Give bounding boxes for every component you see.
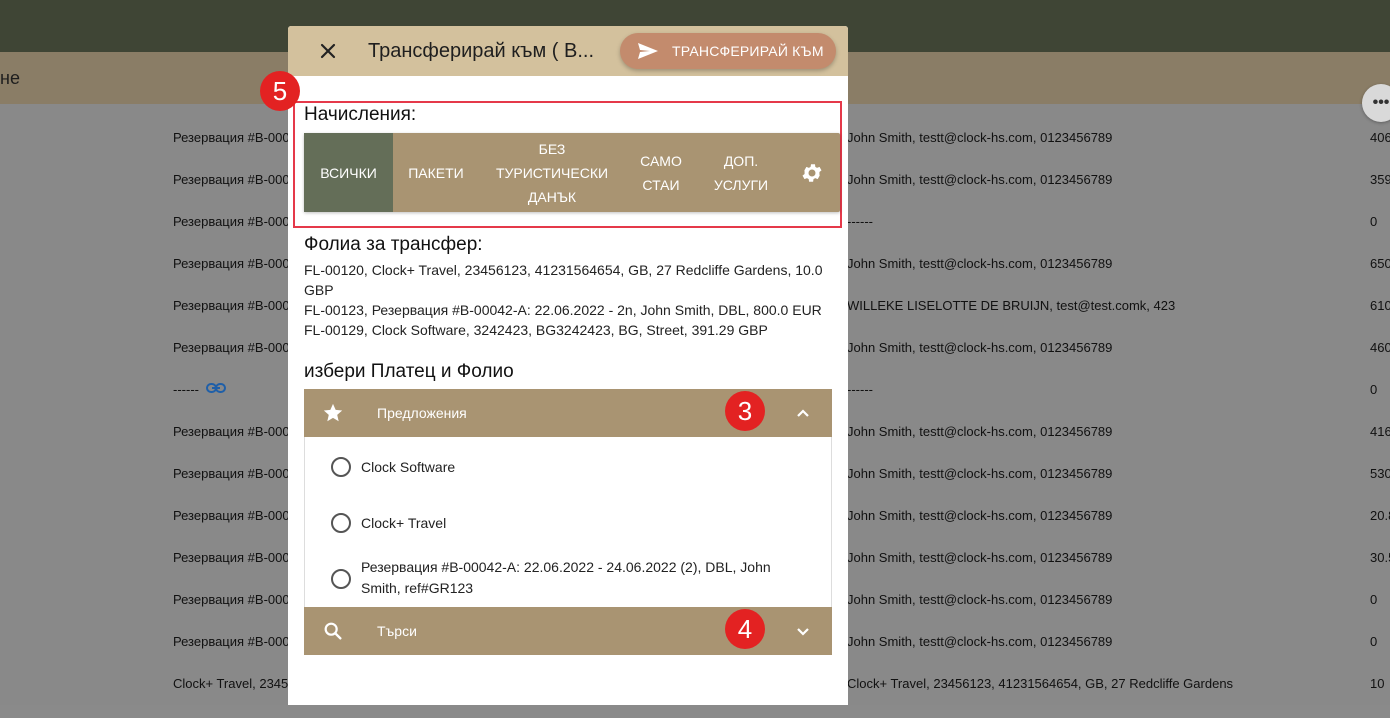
folio-item: FL-00123, Резервация #B-00042-A: 22.06.2… [304, 302, 822, 318]
row-guest: John Smith, testt@clock-hs.com, 01234567… [847, 256, 1113, 271]
row-reservation: Резервация #B-0003 [173, 298, 297, 313]
row-guest: WILLEKE LISELOTTE DE BRUIJN, test@test.c… [847, 298, 1176, 313]
row-amount: 10 [1370, 676, 1385, 691]
row-guest: John Smith, testt@clock-hs.com, 01234567… [847, 550, 1113, 565]
row-reservation: Резервация #B-0002 [173, 130, 297, 145]
transfer-dialog: Трансферирай към ( В... ТРАНСФЕРИРАЙ КЪМ… [288, 26, 848, 705]
row-guest: John Smith, testt@clock-hs.com, 01234567… [847, 634, 1113, 649]
row-guest: John Smith, testt@clock-hs.com, 01234567… [847, 340, 1113, 355]
annotation-badge-5: 5 [260, 71, 300, 111]
row-reservation: Резервация #B-0003 [173, 466, 297, 481]
row-amount: 0 [1370, 592, 1378, 607]
row-amount: 530 [1370, 466, 1390, 481]
radio-button[interactable] [331, 569, 351, 589]
charges-label: Начисления: [304, 104, 417, 125]
radio-button[interactable] [331, 513, 351, 533]
option-label: Clock+ Travel [361, 515, 447, 531]
row-amount: 650 [1370, 256, 1390, 271]
option-label: Резервация #B-00042-A: 22.06.2022 - 24.0… [361, 559, 771, 596]
payer-label: избери Платец и Фолио [304, 361, 514, 382]
radio-button[interactable] [331, 457, 351, 477]
row-amount: 460 [1370, 340, 1390, 355]
row-guest: ------ [847, 382, 873, 397]
filter-extra-services[interactable]: ДОП. УСЛУГИ [697, 133, 785, 212]
filter-no-tourist-tax[interactable]: БЕЗ ТУРИСТИЧЕСКИ ДАНЪК [479, 133, 625, 212]
row-amount: 20.8 [1370, 508, 1390, 523]
page-title: не [0, 68, 20, 88]
send-icon [638, 43, 658, 59]
suggestions-list: Clock Software Clock+ Travel Резервация … [304, 437, 832, 607]
row-guest: John Smith, testt@clock-hs.com, 01234567… [847, 172, 1113, 187]
link-icon[interactable] [206, 381, 226, 395]
filter-label: ДОП. УСЛУГИ [713, 152, 769, 193]
filter-rooms-only[interactable]: САМО СТАИ [625, 133, 697, 212]
close-icon[interactable] [316, 39, 340, 63]
row-amount: 416 [1370, 424, 1390, 439]
filter-label: ПАКЕТИ [408, 164, 464, 181]
search-title: Търси [377, 623, 417, 639]
row-reservation: Резервация #B-0003 [173, 634, 297, 649]
filter-packages[interactable]: ПАКЕТИ [393, 133, 479, 212]
row-guest: ------ [847, 214, 873, 229]
filter-all[interactable]: ВСИЧКИ [304, 133, 393, 212]
row-guest: John Smith, testt@clock-hs.com, 01234567… [847, 130, 1113, 145]
row-amount: 0 [1370, 382, 1378, 397]
row-reservation: Резервация #B-0001 [173, 550, 297, 565]
row-amount: 0 [1370, 214, 1378, 229]
filter-label: БЕЗ ТУРИСТИЧЕСКИ ДАНЪК [495, 140, 609, 205]
row-amount: 406 [1370, 130, 1390, 145]
transfer-to-label: ТРАНСФЕРИРАЙ КЪМ [672, 43, 824, 59]
transfer-to-button[interactable]: ТРАНСФЕРИРАЙ КЪМ [620, 33, 836, 69]
filter-label: ВСИЧКИ [320, 164, 377, 181]
row-reservation: Резервация #B-0001 [173, 592, 297, 607]
row-reservation: Clock+ Travel, 23456 [173, 676, 296, 691]
row-guest: John Smith, testt@clock-hs.com, 01234567… [847, 508, 1113, 523]
row-reservation: Резервация #B-0002 [173, 214, 297, 229]
row-amount: 0 [1370, 634, 1378, 649]
search-icon [324, 622, 342, 640]
dialog-header: Трансферирай към ( В... ТРАНСФЕРИРАЙ КЪМ [288, 26, 848, 76]
row-amount: 30.5 [1370, 550, 1390, 565]
folios-label: Фолиа за трансфер: [304, 234, 483, 255]
row-guest: John Smith, testt@clock-hs.com, 01234567… [847, 592, 1113, 607]
annotation-badge-4: 4 [725, 609, 765, 649]
row-guest: Clock+ Travel, 23456123, 41231564654, GB… [847, 676, 1234, 691]
row-reservation: Резервация #B-0002 [173, 172, 297, 187]
folio-item: FL-00120, Clock+ Travel, 23456123, 41231… [304, 262, 823, 298]
row-guest: John Smith, testt@clock-hs.com, 01234567… [847, 466, 1113, 481]
option-label: Clock Software [361, 459, 456, 475]
row-reservation: Резервация #B-0001 [173, 508, 297, 523]
row-reservation: Резервация #B-0003 [173, 340, 297, 355]
annotation-badge-3: 3 [725, 391, 765, 431]
row-reservation: ------ [173, 382, 199, 397]
suggestions-title: Предложения [377, 405, 467, 421]
folio-item: FL-00129, Clock Software, 3242423, BG324… [304, 322, 768, 338]
dialog-title: Трансферирай към ( В... [368, 40, 595, 62]
charges-filter-bar: ВСИЧКИ ПАКЕТИ БЕЗ ТУРИСТИЧЕСКИ ДАНЪК САМ… [304, 133, 840, 212]
row-amount: 359 [1370, 172, 1390, 187]
row-reservation: Резервация #B-0003 [173, 424, 297, 439]
gear-icon[interactable] [800, 161, 824, 185]
filter-label: САМО СТАИ [640, 152, 682, 193]
star-icon [323, 403, 343, 422]
row-reservation: Резервация #B-0003 [173, 256, 297, 271]
row-guest: John Smith, testt@clock-hs.com, 01234567… [847, 424, 1113, 439]
chevron-down-icon[interactable] [792, 620, 814, 642]
row-amount: 610 [1370, 298, 1390, 313]
chevron-up-icon[interactable] [792, 402, 814, 424]
